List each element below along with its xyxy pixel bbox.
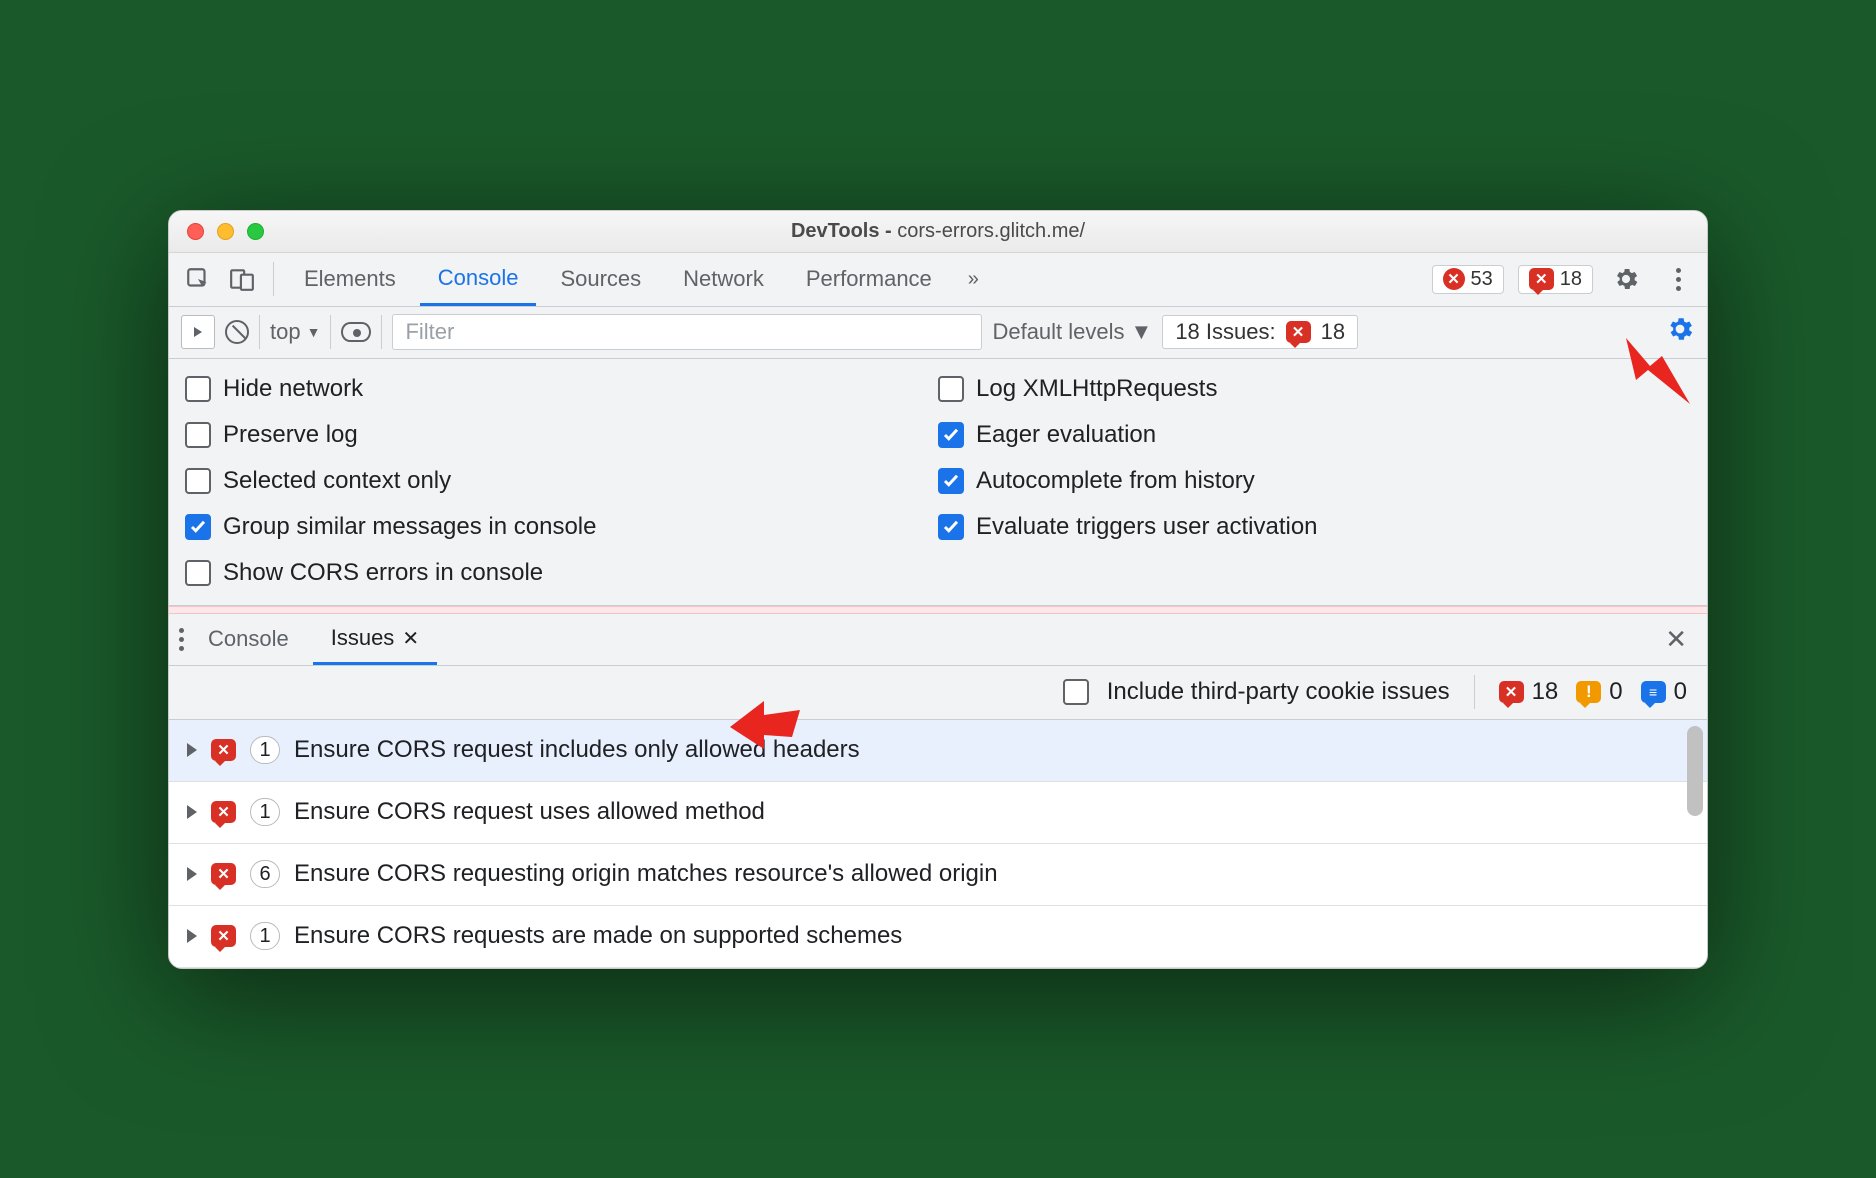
console-toolbar: top▼ Filter Default levels▼ 18 Issues: ✕… [169,307,1707,359]
setting-left-0: Hide network [185,375,938,403]
breaking-error-pill[interactable]: ✕ 18 [1518,265,1593,294]
expand-triangle-icon[interactable] [187,929,197,943]
setting-checkbox[interactable] [185,468,211,494]
expand-triangle-icon[interactable] [187,743,197,757]
context-selector[interactable]: top▼ [270,319,320,345]
expand-triangle-icon[interactable] [187,867,197,881]
setting-checkbox[interactable] [185,376,211,402]
error-count-pill[interactable]: ✕ 53 [1432,265,1504,294]
issue-row[interactable]: ✕ 1 Ensure CORS requests are made on suppo… [169,906,1707,968]
setting-label: Eager evaluation [976,421,1156,449]
console-settings-panel: Hide network Preserve log Selected context… [169,359,1707,606]
setting-right-0: Log XMLHttpRequests [938,375,1691,403]
setting-right-3: Evaluate triggers user activation [938,513,1691,541]
issue-count-pill: 6 [250,860,280,888]
third-party-cookies-label: Include third-party cookie issues [1107,678,1450,706]
error-count: 53 [1471,268,1493,291]
error-bubble-icon: ✕ [1529,268,1554,290]
expand-triangle-icon[interactable] [187,805,197,819]
issue-text: Ensure CORS request uses allowed method [294,798,765,826]
setting-left-2: Selected context only [185,467,938,495]
setting-right-2: Autocomplete from history [938,467,1691,495]
error-bubble-icon: ✕ [211,863,236,885]
setting-left-1: Preserve log [185,421,938,449]
setting-label: Evaluate triggers user activation [976,513,1318,541]
issue-row[interactable]: ✕ 1 Ensure CORS request uses allowed metho… [169,782,1707,844]
error-bubble-icon: ✕ [1499,681,1524,703]
setting-label: Show CORS errors in console [223,559,543,587]
issues-list: ✕1Ensure CORS request includes only allo… [169,720,1707,968]
device-toolbar-icon[interactable] [223,260,261,298]
toggle-console-sidebar-icon[interactable] [181,315,215,349]
issue-row[interactable]: ✕1Ensure CORS request includes only allo… [169,720,1707,782]
drawer-tab-issues[interactable]: Issues ✕ [313,614,437,665]
drawer-tabstrip: Console Issues ✕ ✕ [169,614,1707,666]
window-title: DevTools - cors-errors.glitch.me/ [169,220,1707,243]
inspect-element-icon[interactable] [179,260,217,298]
setting-label: Hide network [223,375,363,403]
setting-left-4: Show CORS errors in console [185,559,938,587]
tab-console[interactable]: Console [420,253,537,306]
setting-checkbox[interactable] [185,560,211,586]
issues-warning-count[interactable]: ! 0 [1576,678,1622,706]
setting-label: Selected context only [223,467,451,495]
issue-text: Ensure CORS requesting origin matches re… [294,860,998,888]
breaking-error-count: 18 [1560,268,1582,291]
drawer-tab-console[interactable]: Console [190,614,307,665]
drawer-more-menu-icon[interactable] [179,628,184,651]
setting-checkbox[interactable] [938,514,964,540]
error-bubble-icon: ✕ [211,801,236,823]
devtools-window: DevTools - cors-errors.glitch.me/ Elemen… [168,210,1708,969]
info-bubble-icon: ≡ [1641,681,1666,703]
main-tabstrip: Elements Console Sources Network Perform… [169,253,1707,307]
scrollbar[interactable] [1687,720,1703,968]
issues-error-count[interactable]: ✕ 18 [1499,678,1559,706]
log-level-selector[interactable]: Default levels▼ [992,319,1152,345]
live-expression-icon[interactable] [341,322,371,342]
issues-summary-pill[interactable]: 18 Issues: ✕ 18 [1162,315,1358,349]
issue-text: Ensure CORS requests are made on support… [294,922,902,950]
close-drawer-icon[interactable]: ✕ [1655,624,1697,655]
error-circle-icon: ✕ [1443,268,1465,290]
setting-label: Group similar messages in console [223,513,597,541]
issues-filter-bar: Include third-party cookie issues ✕ 18 !… [169,666,1707,720]
tab-sources[interactable]: Sources [542,253,659,306]
more-tabs-chevron-icon[interactable]: » [968,268,979,291]
setting-left-3: Group similar messages in console [185,513,938,541]
setting-checkbox[interactable] [185,422,211,448]
settings-gear-icon[interactable] [1607,260,1645,298]
setting-checkbox[interactable] [185,514,211,540]
issue-count-pill: 1 [250,798,280,826]
tab-elements[interactable]: Elements [286,253,414,306]
setting-label: Autocomplete from history [976,467,1255,495]
warning-bubble-icon: ! [1576,681,1601,703]
setting-checkbox[interactable] [938,376,964,402]
filter-input[interactable]: Filter [392,314,982,350]
tab-network[interactable]: Network [665,253,782,306]
issue-count-pill: 1 [250,922,280,950]
setting-right-1: Eager evaluation [938,421,1691,449]
clear-console-icon[interactable] [225,320,249,344]
error-bubble-icon: ✕ [1286,321,1311,343]
error-strip [169,606,1707,614]
issues-info-count[interactable]: ≡ 0 [1641,678,1687,706]
tab-performance[interactable]: Performance [788,253,950,306]
setting-label: Log XMLHttpRequests [976,375,1217,403]
third-party-cookies-checkbox[interactable] [1063,679,1089,705]
error-bubble-icon: ✕ [211,739,236,761]
close-tab-icon[interactable]: ✕ [402,626,419,651]
setting-checkbox[interactable] [938,422,964,448]
setting-label: Preserve log [223,421,358,449]
annotation-arrow-topright-icon [1622,338,1692,408]
annotation-arrow-left-icon [730,695,800,753]
issue-count-pill: 1 [250,736,280,764]
setting-checkbox[interactable] [938,468,964,494]
issue-row[interactable]: ✕ 6 Ensure CORS requesting origin matches … [169,844,1707,906]
titlebar: DevTools - cors-errors.glitch.me/ [169,211,1707,253]
more-menu-icon[interactable] [1659,260,1697,298]
error-bubble-icon: ✕ [211,925,236,947]
